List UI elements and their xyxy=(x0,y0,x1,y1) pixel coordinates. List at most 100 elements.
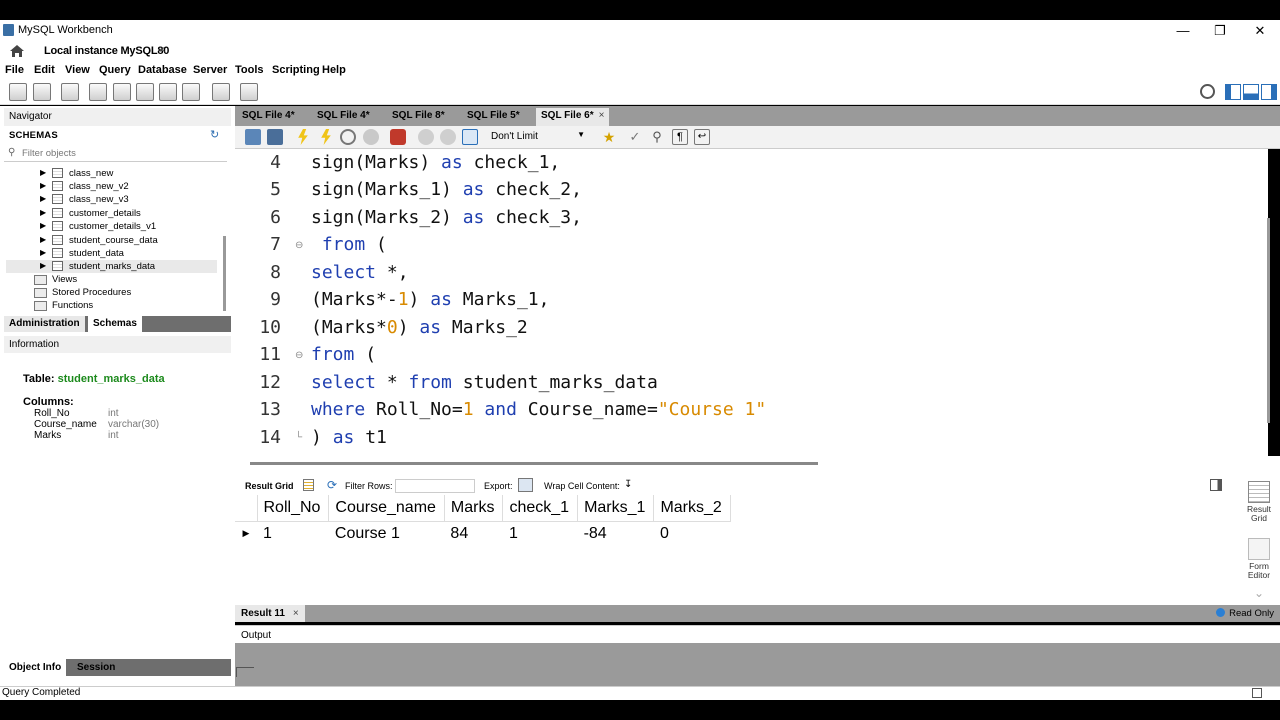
expand-arrow-icon[interactable]: ▶ xyxy=(40,221,46,230)
menu-tools[interactable]: Tools xyxy=(235,64,264,76)
restore-button[interactable]: ❐ xyxy=(1205,22,1235,40)
inspector-icon[interactable] xyxy=(61,83,79,101)
stop-icon[interactable] xyxy=(363,129,379,145)
schema-table-item[interactable]: ▶ student_data xyxy=(6,247,217,260)
instance-tab-label[interactable]: Local instance MySQL80 xyxy=(44,45,169,57)
editor-horizontal-scrollbar[interactable] xyxy=(250,462,818,465)
menu-query[interactable]: Query xyxy=(99,64,131,76)
table-cell[interactable]: 1 xyxy=(503,521,578,546)
reconnect-icon[interactable] xyxy=(240,83,258,101)
settings-gear-icon[interactable] xyxy=(1200,84,1215,99)
open-file-icon[interactable] xyxy=(245,129,261,145)
schema-table-item[interactable]: ▶ student_course_data xyxy=(6,234,217,247)
save-icon[interactable] xyxy=(267,129,283,145)
invisible-chars-icon[interactable]: ¶ xyxy=(672,129,688,145)
table-cell[interactable]: 84 xyxy=(444,521,503,546)
beautify-brush-icon[interactable]: ✓ xyxy=(627,129,643,145)
autocommit-icon[interactable] xyxy=(462,129,478,145)
instance-tab-close-icon[interactable]: × xyxy=(159,44,165,56)
export-icon[interactable] xyxy=(518,478,533,492)
refresh-schemas-icon[interactable]: ↻ xyxy=(210,128,219,141)
tab-schemas[interactable]: Schemas xyxy=(88,316,142,332)
home-icon[interactable] xyxy=(9,43,25,59)
create-function-icon[interactable] xyxy=(182,83,200,101)
tab-sql-file-8[interactable]: SQL File 8* xyxy=(387,108,450,126)
expand-arrow-icon[interactable]: ▶ xyxy=(40,261,46,270)
create-procedure-icon[interactable] xyxy=(159,83,177,101)
toggle-secondary-sidebar-icon[interactable] xyxy=(1261,84,1277,100)
sql-code-editor[interactable]: 4 5 6 7 8 9 10 11 12 13 14 ⊖ ⊖ └ sign(Ma… xyxy=(235,149,1268,456)
column-header[interactable]: Roll_No xyxy=(257,495,330,522)
expand-arrow-icon[interactable]: ▶ xyxy=(40,235,46,244)
close-tab-icon[interactable]: × xyxy=(599,110,605,121)
close-window-button[interactable]: ✕ xyxy=(1245,22,1275,40)
rollback-icon[interactable] xyxy=(440,129,456,145)
column-header[interactable]: Marks xyxy=(444,495,504,522)
navigator-scrollbar[interactable] xyxy=(223,236,226,311)
tab-sql-file-4[interactable]: SQL File 4* xyxy=(237,108,300,126)
tab-sql-file-5[interactable]: SQL File 5* xyxy=(462,108,525,126)
new-query-icon[interactable] xyxy=(9,83,27,101)
menu-scripting[interactable]: Scripting xyxy=(272,64,320,76)
tab-object-info[interactable]: Object Info xyxy=(4,659,67,676)
open-sql-icon[interactable] xyxy=(33,83,51,101)
expand-arrow-icon[interactable]: ▶ xyxy=(40,168,46,177)
editor-vertical-scrollbar[interactable] xyxy=(1267,218,1270,423)
find-magnifier-icon[interactable]: ⚲ xyxy=(649,129,665,145)
schema-table-item[interactable]: ▶ customer_details xyxy=(6,207,217,220)
table-row[interactable]: ▶ 1 Course 1 84 1 -84 0 xyxy=(235,521,730,546)
chevron-down-icon[interactable]: ⌄ xyxy=(1254,586,1264,600)
create-table-icon[interactable] xyxy=(113,83,131,101)
commit-icon[interactable] xyxy=(418,129,434,145)
word-wrap-icon[interactable]: ↩ xyxy=(694,129,710,145)
schema-table-item[interactable]: ▶ class_new xyxy=(6,167,217,180)
toggle-panel-icon[interactable] xyxy=(1210,479,1222,491)
expand-arrow-icon[interactable]: ▶ xyxy=(40,208,46,217)
tab-administration[interactable]: Administration xyxy=(4,316,85,332)
grid-view-icon[interactable] xyxy=(303,479,314,491)
fold-toggle-icon[interactable]: ⊖ xyxy=(295,350,303,361)
column-header[interactable]: Marks_2 xyxy=(653,495,731,522)
add-snippet-star-icon[interactable]: ★ xyxy=(601,129,617,145)
schema-table-item[interactable]: ▶ customer_details_v1 xyxy=(6,220,217,233)
search-table-icon[interactable] xyxy=(212,83,230,101)
minimize-button[interactable]: — xyxy=(1168,22,1198,40)
table-cell[interactable]: -84 xyxy=(578,521,654,546)
schema-table-item[interactable]: ▶ class_new_v3 xyxy=(6,193,217,206)
tab-sql-file-6[interactable]: SQL File 6* × xyxy=(536,108,610,126)
schema-table-item-selected[interactable]: ▶ student_marks_data xyxy=(6,260,217,273)
menu-help[interactable]: Help xyxy=(322,64,346,76)
column-header[interactable]: Course_name xyxy=(328,495,445,522)
filter-rows-input[interactable] xyxy=(395,479,475,493)
column-header[interactable]: Marks_1 xyxy=(577,495,655,522)
expand-arrow-icon[interactable]: ▶ xyxy=(40,248,46,257)
tab-sql-file-4-b[interactable]: SQL File 4* xyxy=(312,108,375,126)
expand-arrow-icon[interactable]: ▶ xyxy=(40,194,46,203)
filter-objects-input[interactable]: ⚲ Filter objects xyxy=(4,146,227,162)
toggle-output-icon[interactable] xyxy=(1243,84,1259,100)
table-cell[interactable]: 1 xyxy=(257,521,329,546)
filter-icon[interactable]: ⟳ xyxy=(327,478,337,492)
menu-database[interactable]: Database xyxy=(138,64,187,76)
create-schema-icon[interactable] xyxy=(89,83,107,101)
limit-rows-select[interactable]: Don't Limit ▼ xyxy=(487,129,587,145)
execute-lightning-icon[interactable] xyxy=(298,129,308,145)
menu-view[interactable]: View xyxy=(65,64,90,76)
expand-arrow-icon[interactable]: ▶ xyxy=(40,181,46,190)
result-grid-view-button[interactable]: Result Grid xyxy=(1238,481,1280,523)
menu-file[interactable]: File xyxy=(5,64,24,76)
toggle-sidebar-icon[interactable] xyxy=(1225,84,1241,100)
create-view-icon[interactable] xyxy=(136,83,154,101)
toggle-stop-on-error-icon[interactable] xyxy=(390,129,406,145)
column-header[interactable]: check_1 xyxy=(502,495,579,522)
schema-table-item[interactable]: ▶ class_new_v2 xyxy=(6,180,217,193)
execute-current-icon[interactable] xyxy=(321,129,331,145)
table-cell[interactable]: Course 1 xyxy=(329,521,445,546)
status-panel-icon[interactable] xyxy=(1252,688,1262,698)
wrap-toggle-icon[interactable]: ↧ xyxy=(624,479,632,490)
tab-session[interactable]: Session xyxy=(72,659,120,676)
fold-toggle-icon[interactable]: ⊖ xyxy=(295,240,303,251)
table-cell[interactable]: 0 xyxy=(654,521,730,546)
menu-server[interactable]: Server xyxy=(193,64,227,76)
form-editor-button[interactable]: Form Editor xyxy=(1238,538,1280,580)
